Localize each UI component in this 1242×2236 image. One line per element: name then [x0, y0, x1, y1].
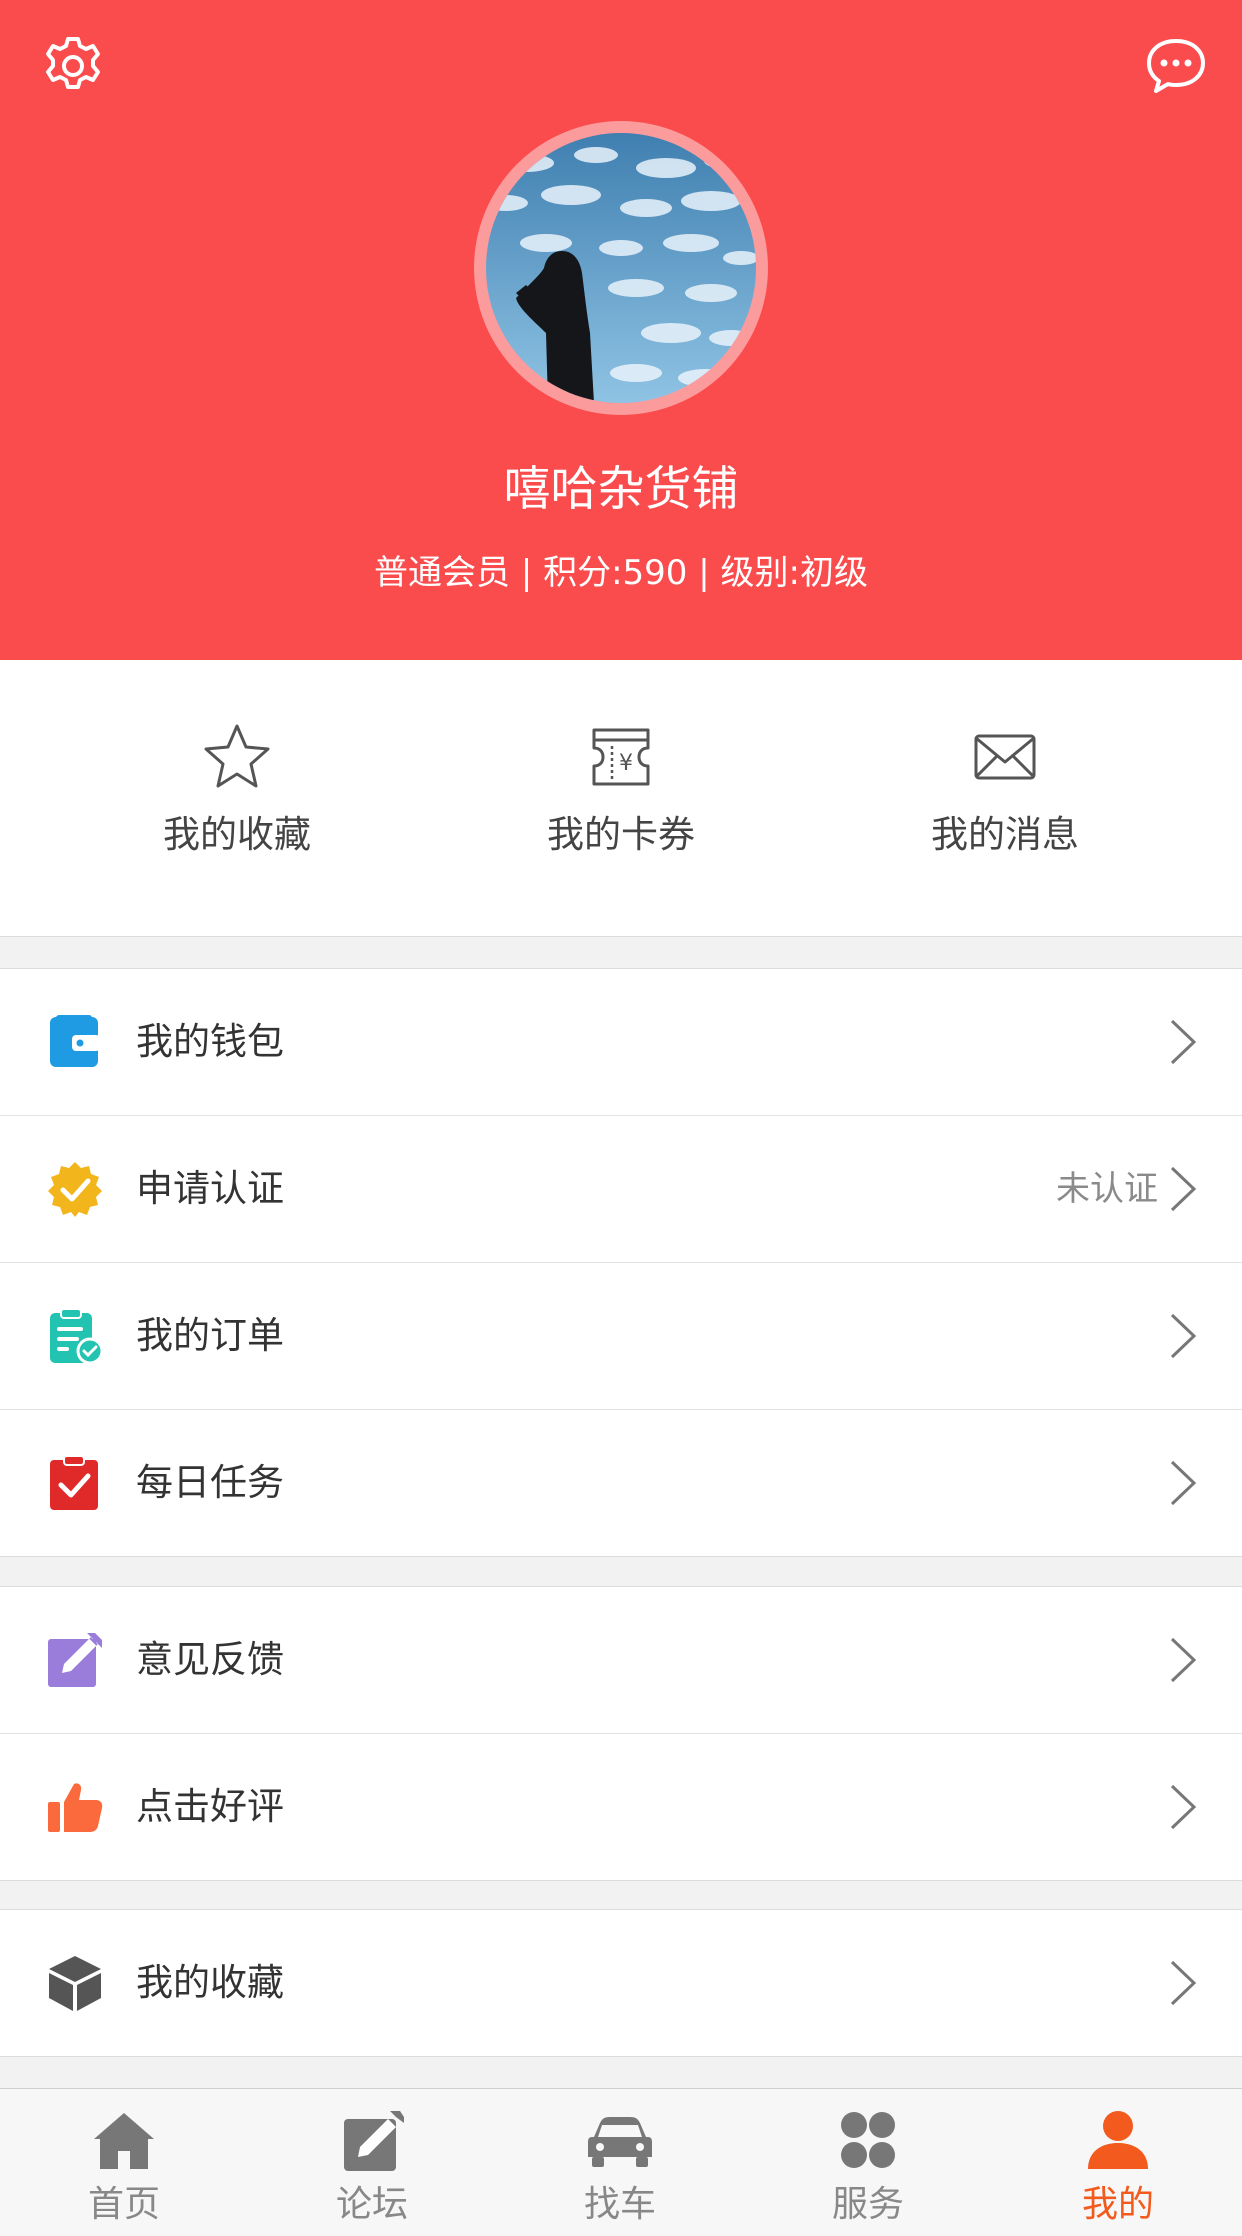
username: 嘻哈杂货铺: [503, 462, 739, 517]
home-icon: [90, 2109, 158, 2173]
menu-item-daily-tasks[interactable]: 每日任务: [0, 1410, 1242, 1556]
avatar[interactable]: [474, 121, 768, 415]
menu-group-account: 我的钱包 申请认证 未认证 我的订单 每日任务: [0, 968, 1242, 1557]
tab-mine[interactable]: 我的: [994, 2089, 1242, 2236]
envelope-icon: [970, 722, 1040, 792]
menu-item-rate-app[interactable]: 点击好评: [0, 1734, 1242, 1880]
order-clipboard-icon: [46, 1307, 104, 1365]
menu-group-more: 我的收藏: [0, 1909, 1242, 2057]
verified-badge-icon: [46, 1160, 104, 1218]
person-icon: [1084, 2109, 1152, 2173]
svg-text:¥: ¥: [619, 751, 633, 776]
tab-find-car[interactable]: 找车: [496, 2089, 744, 2236]
quick-messages[interactable]: 我的消息: [798, 660, 1212, 936]
menu-item-favorites[interactable]: 我的收藏: [0, 1910, 1242, 2056]
chevron-right-icon: [1168, 1782, 1198, 1832]
chat-bubble-icon[interactable]: [1143, 33, 1209, 99]
menu-label: 我的钱包: [136, 1020, 284, 1063]
quick-label: 我的卡券: [547, 813, 695, 856]
menu-label: 意见反馈: [136, 1638, 284, 1681]
chevron-right-icon: [1168, 1017, 1198, 1067]
menu-label: 点击好评: [136, 1785, 284, 1828]
menu-group-feedback: 意见反馈 点击好评: [0, 1586, 1242, 1881]
task-clipboard-icon: [46, 1454, 104, 1512]
quick-actions: 我的收藏 ¥ 我的卡券 我的消息: [0, 660, 1242, 937]
chevron-right-icon: [1168, 1164, 1198, 1214]
menu-item-wallet[interactable]: 我的钱包: [0, 969, 1242, 1116]
quick-favorites[interactable]: 我的收藏: [30, 660, 444, 936]
edit-icon: [338, 2109, 406, 2173]
wallet-icon: [46, 1013, 104, 1071]
tab-label: 我的: [1081, 2184, 1154, 2225]
grid-icon: [834, 2109, 902, 2173]
quick-label: 我的消息: [931, 813, 1079, 856]
profile-header: 嘻哈杂货铺 普通会员 | 积分:590 | 级别:初级: [0, 0, 1242, 660]
tab-label: 找车: [583, 2184, 656, 2225]
chevron-right-icon: [1168, 1635, 1198, 1685]
menu-item-orders[interactable]: 我的订单: [0, 1263, 1242, 1410]
menu-label: 我的收藏: [136, 1961, 284, 2004]
tab-services[interactable]: 服务: [744, 2089, 992, 2236]
tab-forum[interactable]: 论坛: [248, 2089, 496, 2236]
menu-item-feedback[interactable]: 意见反馈: [0, 1587, 1242, 1734]
menu-label: 申请认证: [136, 1167, 284, 1210]
member-info: 普通会员 | 积分:590 | 级别:初级: [374, 553, 868, 593]
chevron-right-icon: [1168, 1458, 1198, 1508]
verify-status: 未认证: [1056, 1169, 1158, 1209]
star-icon: [202, 722, 272, 792]
menu-label: 每日任务: [136, 1461, 284, 1504]
gear-icon[interactable]: [40, 33, 106, 99]
chevron-right-icon: [1168, 1311, 1198, 1361]
menu-label: 我的订单: [136, 1314, 284, 1357]
coupon-icon: ¥: [586, 722, 656, 792]
cube-icon: [46, 1954, 104, 2012]
tab-label: 服务: [831, 2184, 904, 2225]
thumbs-up-icon: [46, 1778, 104, 1836]
feedback-pencil-icon: [46, 1631, 104, 1689]
car-icon: [586, 2109, 654, 2173]
quick-label: 我的收藏: [163, 813, 311, 856]
tab-home[interactable]: 首页: [0, 2089, 248, 2236]
menu-item-verify[interactable]: 申请认证 未认证: [0, 1116, 1242, 1263]
bottom-tab-bar: 首页 论坛 找车 服务 我的: [0, 2088, 1242, 2236]
tab-label: 首页: [87, 2184, 160, 2225]
quick-coupons[interactable]: ¥ 我的卡券: [414, 660, 828, 936]
chevron-right-icon: [1168, 1958, 1198, 2008]
tab-label: 论坛: [335, 2184, 408, 2225]
